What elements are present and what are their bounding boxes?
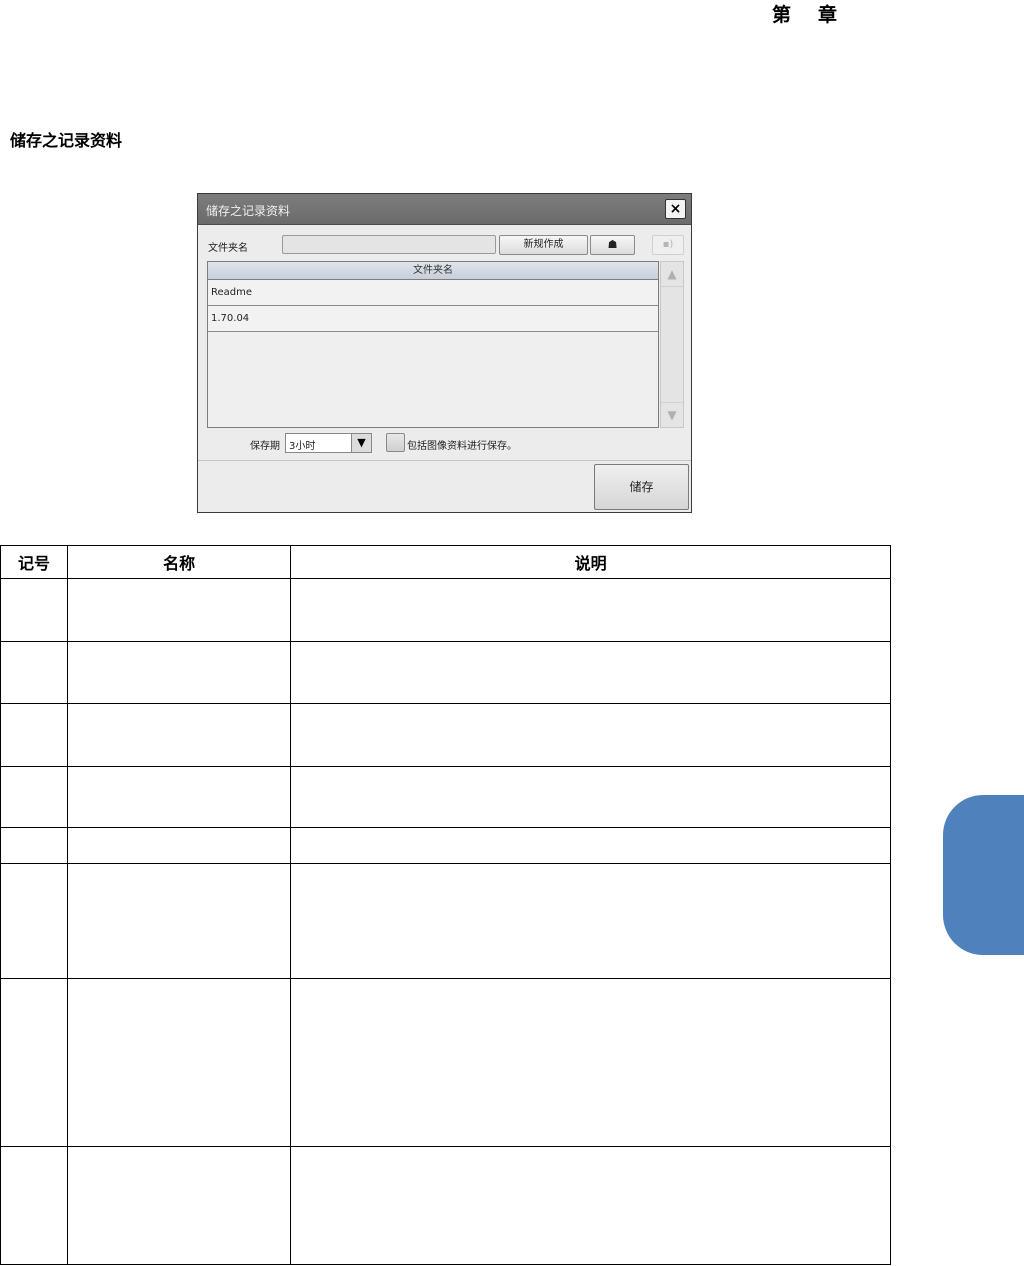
list-item[interactable]: Readme: [208, 280, 658, 306]
list-item[interactable]: 1.70.04: [208, 306, 658, 332]
scroll-down-icon[interactable]: ▼: [661, 402, 683, 427]
new-folder-button[interactable]: 新规作成: [499, 235, 588, 255]
chapter-suffix: 章: [818, 4, 839, 26]
table-row: [0, 1146, 891, 1265]
save-button[interactable]: 储存: [594, 464, 689, 510]
folder-open-icon: ☗: [607, 238, 618, 251]
close-icon: ×: [669, 201, 682, 217]
dialog-title: 储存之记录资料: [206, 204, 291, 218]
chapter-side-tab: [943, 795, 1024, 955]
folder-name-input[interactable]: [282, 235, 496, 254]
close-button[interactable]: ×: [665, 199, 686, 219]
table-row: [0, 978, 891, 1147]
dialog-divider: [198, 460, 691, 461]
description-table: 记号 名称 说明: [0, 545, 891, 1265]
chevron-down-icon: ▼: [351, 434, 371, 452]
retention-period-value: 3小时: [289, 441, 316, 452]
table-row: [0, 578, 891, 642]
chapter-heading: 第章: [772, 0, 838, 27]
chapter-prefix: 第: [772, 4, 793, 26]
scroll-up-icon[interactable]: ▲: [661, 262, 683, 287]
retention-period-select[interactable]: 3小时 ▼: [285, 433, 372, 453]
dialog-titlebar: 储存之记录资料 ×: [198, 194, 691, 225]
save-log-dialog: 储存之记录资料 × 文件夹名 新规作成 ☗ ▪) 文件夹名 Readme 1.7…: [197, 193, 692, 513]
folder-up-icon: ▪): [662, 239, 674, 250]
table-row: [0, 827, 891, 864]
header-symbol: 记号: [0, 545, 69, 579]
table-row: [0, 766, 891, 828]
folder-list-header: 文件夹名: [208, 262, 658, 280]
folder-list-scrollbar[interactable]: ▲ ▼: [660, 261, 684, 428]
section-title: 储存之记录资料: [10, 131, 123, 150]
table-row: [0, 641, 891, 704]
up-folder-button[interactable]: ▪): [652, 235, 684, 255]
folder-list: 文件夹名 Readme 1.70.04: [207, 261, 659, 428]
include-images-label: 包括图像资料进行保存。: [407, 441, 517, 452]
include-images-checkbox[interactable]: [386, 433, 405, 452]
header-description: 说明: [290, 545, 891, 579]
table-row: [0, 703, 891, 767]
header-name: 名称: [67, 545, 292, 579]
retention-period-label: 保存期: [250, 441, 280, 452]
folder-name-label: 文件夹名: [208, 243, 248, 254]
table-header-row: 记号 名称 说明: [0, 545, 891, 579]
open-folder-button[interactable]: ☗: [590, 235, 635, 255]
table-row: [0, 863, 891, 979]
